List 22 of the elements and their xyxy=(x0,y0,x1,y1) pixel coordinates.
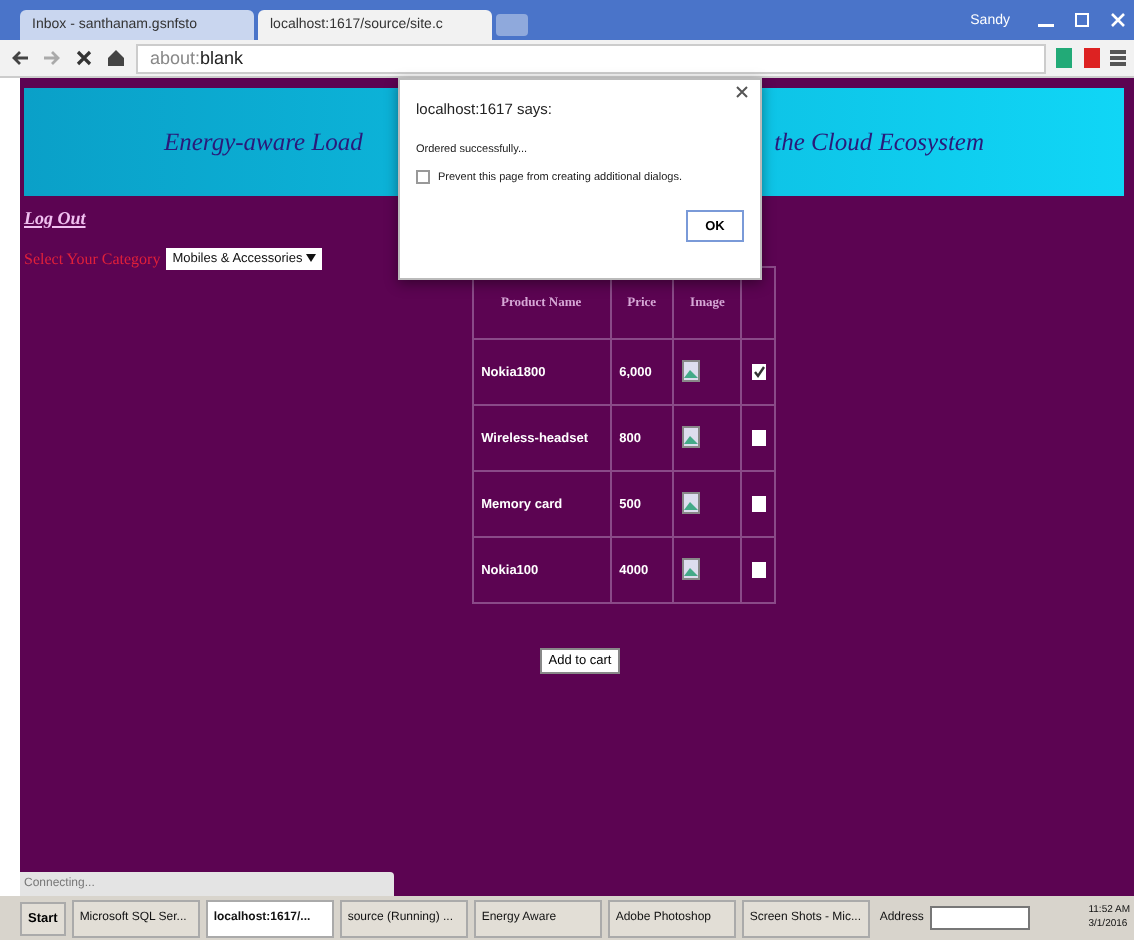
dropdown-arrow-icon xyxy=(306,254,317,262)
menu-icon[interactable] xyxy=(1110,48,1126,68)
address-field[interactable] xyxy=(929,906,1030,930)
restore-icon[interactable] xyxy=(1074,12,1090,28)
close-icon[interactable] xyxy=(736,86,748,98)
category-label: Select Your Category xyxy=(24,250,161,268)
broken-image-icon xyxy=(682,557,701,579)
logout-link[interactable]: Log Out xyxy=(24,208,86,228)
banner-title: the Cloud Ecosystem xyxy=(774,127,984,157)
back-icon[interactable] xyxy=(10,48,30,68)
broken-image-icon xyxy=(682,359,701,381)
home-icon[interactable] xyxy=(106,48,126,68)
stop-icon[interactable] xyxy=(74,48,94,68)
banner-title: Energy-aware Load xyxy=(164,127,363,157)
broken-image-icon xyxy=(682,425,701,447)
broken-image-icon xyxy=(682,491,701,513)
address-field[interactable]: about:blank xyxy=(136,43,1046,73)
checkbox[interactable] xyxy=(751,496,766,512)
checkbox[interactable] xyxy=(416,170,430,184)
checkbox[interactable] xyxy=(751,364,766,380)
checkbox[interactable] xyxy=(751,562,766,578)
checkbox[interactable] xyxy=(751,430,766,446)
